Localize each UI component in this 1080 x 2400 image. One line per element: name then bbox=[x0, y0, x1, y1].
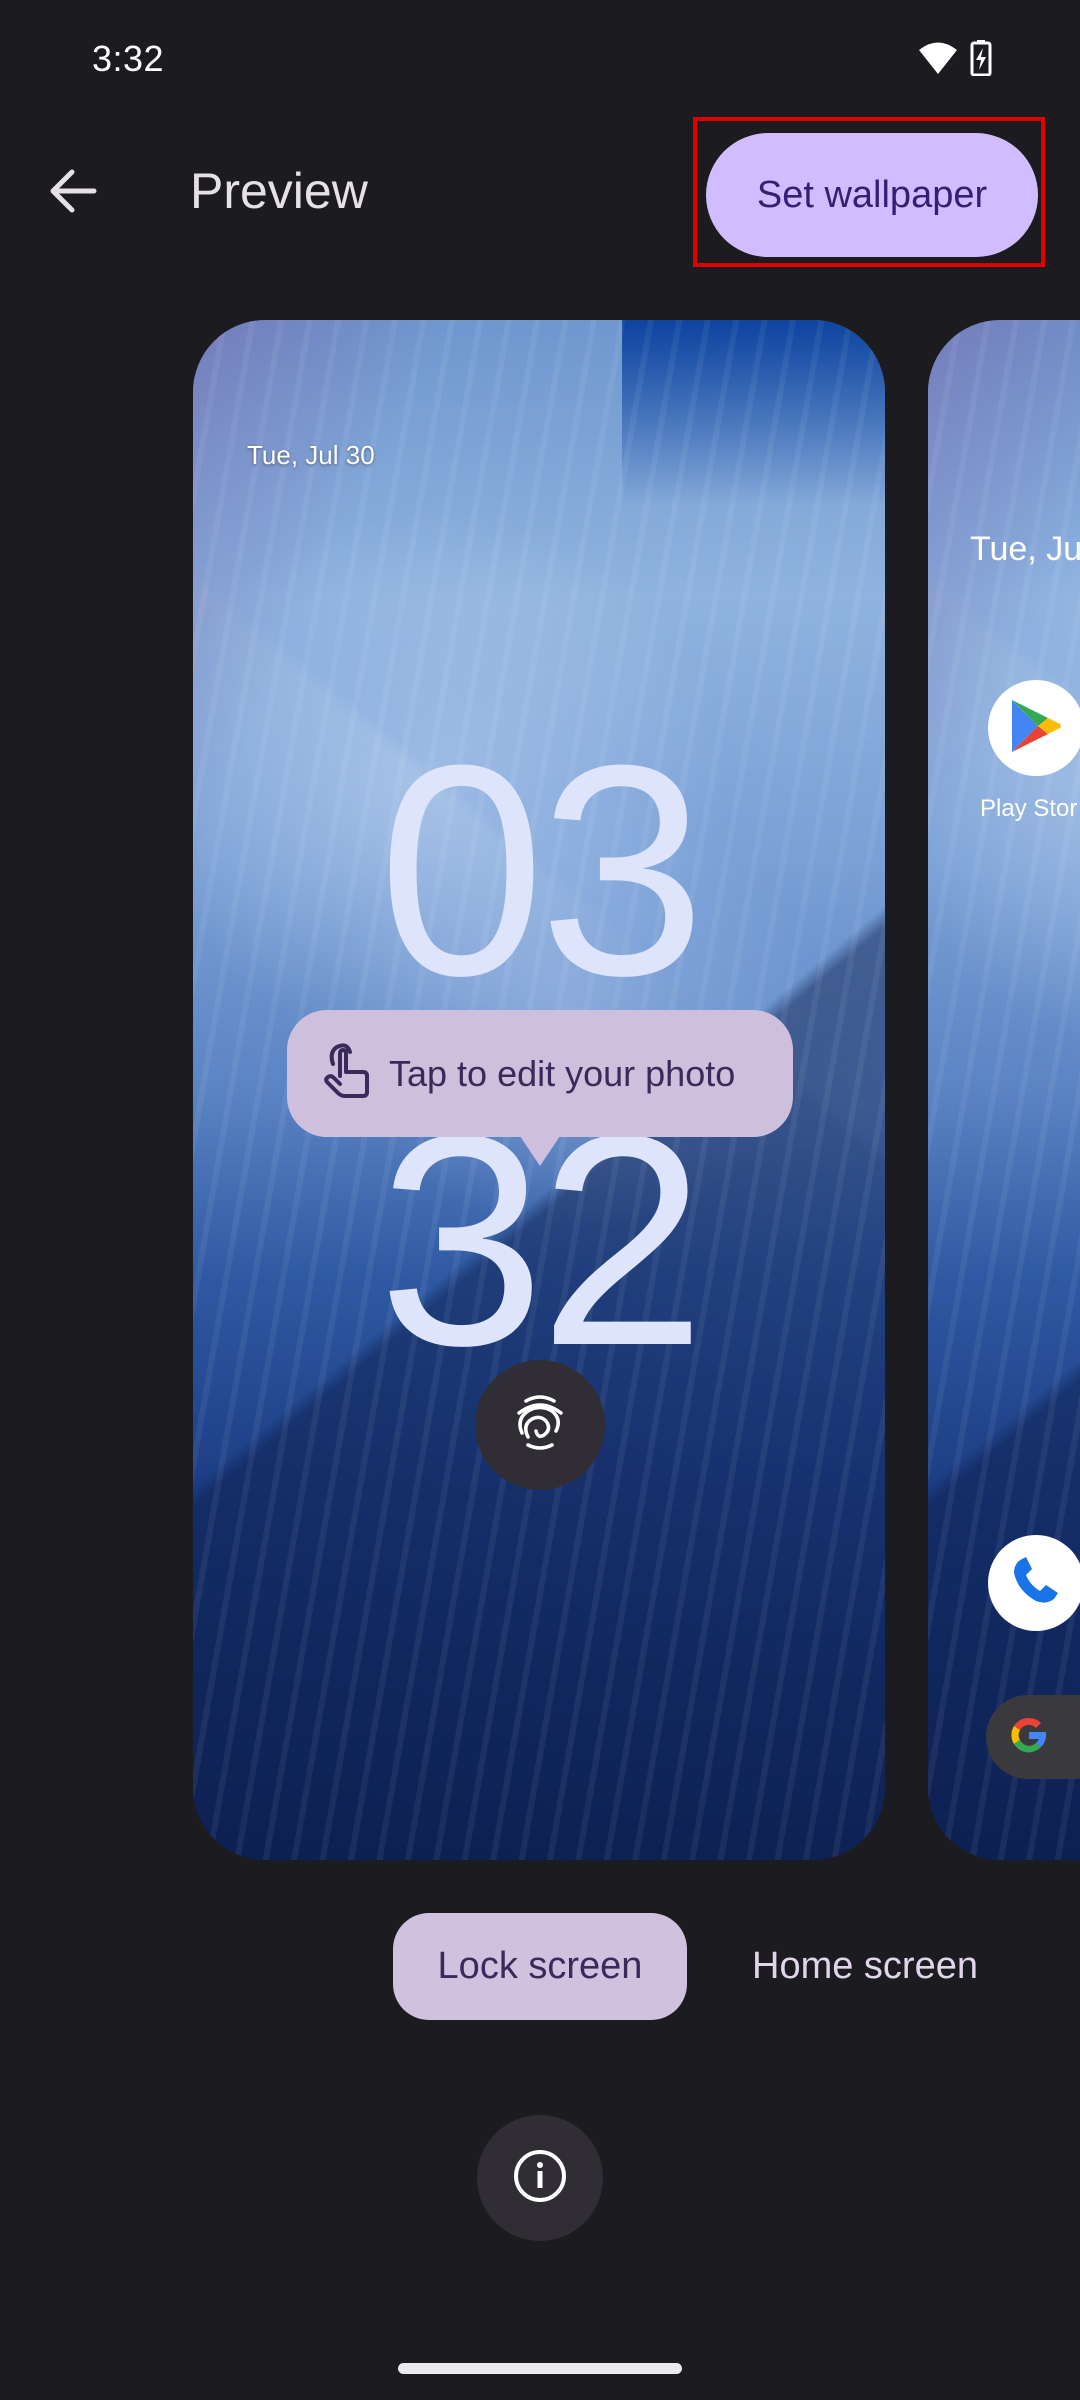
clock-hours: 03 bbox=[378, 702, 706, 1038]
tooltip-arrow bbox=[520, 1136, 560, 1166]
status-time: 3:32 bbox=[92, 38, 165, 79]
page-title: Preview bbox=[190, 163, 368, 219]
tab-home-screen[interactable]: Home screen bbox=[730, 1913, 1000, 2020]
navigation-handle[interactable] bbox=[398, 2363, 682, 2374]
lock-screen-preview[interactable]: Tue, Jul 30 03 32 Tap to edit your photo bbox=[193, 320, 885, 1860]
play-store-icon bbox=[1008, 696, 1064, 761]
tab-lock-screen[interactable]: Lock screen bbox=[393, 1913, 687, 2020]
tooltip-text: Tap to edit your photo bbox=[389, 1052, 736, 1094]
touch-hand-icon bbox=[323, 1042, 371, 1105]
arrow-back-icon bbox=[48, 168, 98, 219]
fingerprint-button bbox=[475, 1360, 605, 1490]
fingerprint-icon bbox=[514, 1393, 566, 1458]
phone-app[interactable] bbox=[988, 1535, 1080, 1631]
info-button[interactable] bbox=[477, 2115, 603, 2241]
play-store-app[interactable] bbox=[988, 680, 1080, 776]
phone-icon bbox=[1008, 1553, 1064, 1614]
play-store-label: Play Stor bbox=[980, 795, 1078, 822]
back-button[interactable] bbox=[40, 160, 106, 226]
info-icon bbox=[512, 2148, 568, 2209]
home-date: Tue, Ju bbox=[970, 530, 1080, 568]
google-search-bar[interactable] bbox=[986, 1695, 1080, 1779]
home-screen-preview[interactable]: Tue, Ju Play Stor bbox=[928, 320, 1080, 1860]
battery-charging-icon bbox=[970, 40, 992, 81]
google-g-icon bbox=[1008, 1714, 1050, 1761]
lock-date: Tue, Jul 30 bbox=[247, 440, 375, 470]
set-wallpaper-button[interactable]: Set wallpaper bbox=[706, 133, 1038, 257]
wifi-icon bbox=[918, 41, 958, 80]
edit-photo-tooltip[interactable]: Tap to edit your photo bbox=[287, 1010, 793, 1137]
status-icons bbox=[918, 40, 992, 81]
